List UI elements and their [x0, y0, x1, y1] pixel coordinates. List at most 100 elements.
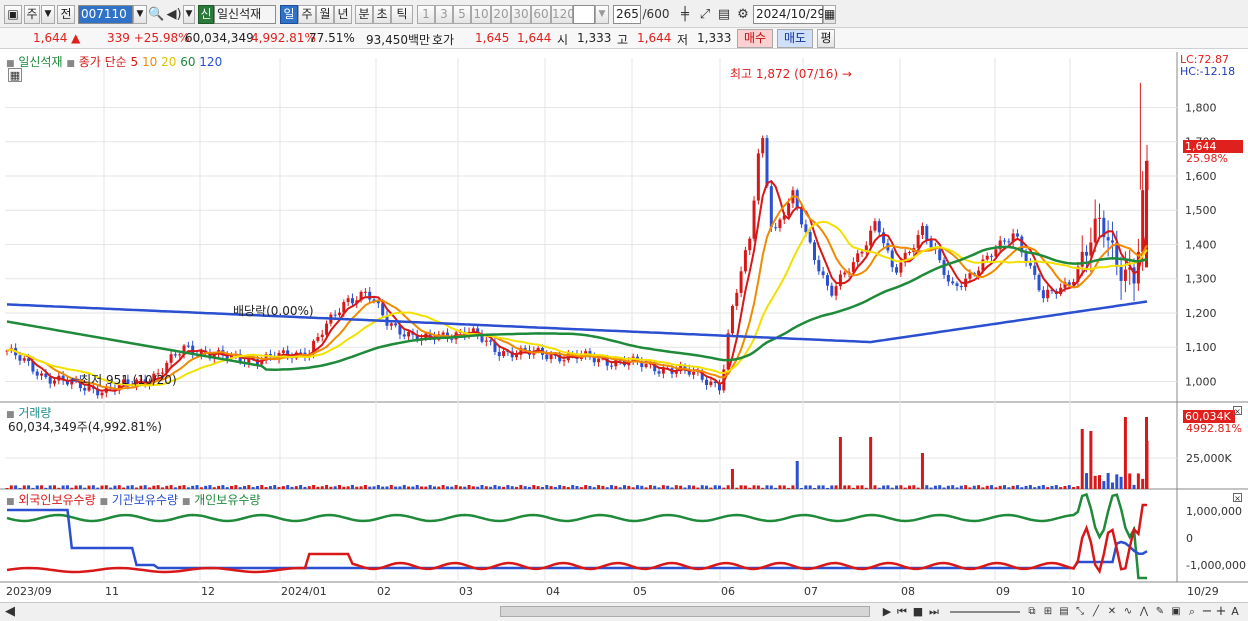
stock-chart[interactable]: 1,8001,7001,6001,5001,4001,3001,2001,100… [0, 50, 1248, 602]
type-dropdown-icon[interactable]: ▼ [41, 5, 55, 24]
cross-icon[interactable]: ✕ [1105, 603, 1119, 620]
volume-bar [433, 486, 436, 489]
volume-bar [394, 486, 398, 489]
candle-body [173, 354, 177, 356]
date-input[interactable]: 2024/10/29 [753, 5, 825, 24]
bar-count-input[interactable]: 265 [613, 5, 641, 24]
candle-body [959, 285, 963, 288]
stock-code-input[interactable]: 007110 [78, 5, 133, 24]
price-tick-label: 1,400 [1185, 238, 1217, 251]
scroll-left-icon[interactable]: ◀ [4, 603, 16, 620]
panel-close-icon[interactable]: × [1233, 493, 1242, 503]
volume-bar [152, 485, 156, 489]
zoom-slider[interactable] [950, 611, 1020, 613]
buy-button[interactable]: 매수 [737, 29, 773, 48]
volume-bar [674, 485, 678, 489]
candle-icon[interactable]: ╪ [676, 5, 694, 24]
time-tick-label: 04 [546, 585, 560, 598]
candle-body [804, 224, 808, 233]
first-page-icon[interactable]: ⏮ [895, 603, 909, 620]
search-icon[interactable]: 🔍 [148, 5, 164, 24]
trend-icon[interactable]: ⤡ [1073, 603, 1087, 620]
interval-5[interactable]: 5 [453, 5, 471, 24]
grid-icon[interactable]: ▤ [1057, 603, 1071, 620]
period-week[interactable]: 주 [298, 5, 316, 24]
wave-icon[interactable]: ∿ [1121, 603, 1135, 620]
candle-body [100, 392, 104, 396]
period-year[interactable]: 년 [334, 5, 352, 24]
interval-10[interactable]: 10 [471, 5, 491, 24]
scroll-right-icon[interactable]: ▶ [880, 603, 894, 620]
zoom-out-icon[interactable]: − [1201, 603, 1213, 620]
interval-120[interactable]: 120 [551, 5, 575, 24]
time-tick-label: 07 [804, 585, 818, 598]
gear-icon[interactable]: ⚙ [734, 5, 752, 24]
copy-icon[interactable]: ⧉ [1025, 603, 1039, 620]
zoom-in-icon[interactable]: + [1215, 603, 1227, 620]
interval-dropdown-icon[interactable]: ▼ [595, 5, 609, 24]
interval-60[interactable]: 60 [531, 5, 551, 24]
volume-bar [843, 485, 847, 489]
image-icon[interactable]: ▣ [1169, 603, 1183, 620]
volume-bar [346, 486, 350, 489]
zoom-icon[interactable]: ⌕ [1185, 603, 1199, 620]
scroll-thumb[interactable] [500, 606, 870, 617]
volume-bar [718, 485, 721, 489]
chart-scroll-bar: ◀ ▶ ⏮ ■ ⏭ ⧉ ⊞ ▤ ⤡ ╱ ✕ ∿ ⋀ ✎ ▣ ⌕ − + A [0, 602, 1248, 621]
speaker-dropdown-icon[interactable]: ▼ [183, 5, 195, 24]
prev-button[interactable]: 전 [57, 5, 75, 24]
period-day[interactable]: 일 [280, 5, 298, 24]
candle-body [830, 285, 834, 296]
window-icon[interactable]: ▣ [4, 5, 22, 24]
evaluate-button[interactable]: 평 [817, 29, 835, 48]
ma-5-label: 5 [130, 55, 139, 69]
fib-icon[interactable]: ╱ [1089, 603, 1103, 620]
period-second[interactable]: 초 [373, 5, 391, 24]
candle-body [497, 351, 501, 357]
interval-20[interactable]: 20 [491, 5, 511, 24]
interval-3[interactable]: 3 [435, 5, 453, 24]
volume-bar [445, 486, 449, 489]
volume-bar [873, 485, 877, 489]
volume-bar [268, 486, 272, 489]
candle-body [1093, 218, 1097, 243]
speaker-icon[interactable]: ◀) [166, 5, 182, 24]
candle-body [813, 242, 816, 261]
volume-bar [545, 485, 549, 489]
panel-close-icon[interactable]: × [1233, 406, 1242, 416]
volume-bar [1076, 486, 1080, 489]
volume-bar [109, 487, 113, 489]
last-page-icon[interactable]: ⏭ [927, 603, 941, 620]
interval-1[interactable]: 1 [417, 5, 435, 24]
candle-body [756, 153, 760, 201]
period-tick[interactable]: 틱 [391, 5, 413, 24]
volume-bar [1015, 485, 1019, 489]
chart-canvas[interactable]: 1,8001,7001,6001,5001,4001,3001,2001,100… [0, 50, 1248, 602]
calculator-icon[interactable]: ▦ [8, 68, 22, 82]
volume-bar [1054, 485, 1058, 489]
price-tick-label: 1,000 [1185, 375, 1217, 388]
crosshair-icon[interactable]: ⤢ [696, 5, 714, 24]
custom-interval-input[interactable] [573, 5, 595, 24]
volume-bar [778, 485, 782, 489]
save-icon[interactable]: ▤ [715, 5, 733, 24]
volume-bar [273, 485, 277, 489]
sell-button[interactable]: 매도 [777, 29, 813, 48]
zigzag-icon[interactable]: ⋀ [1137, 603, 1151, 620]
pencil-icon[interactable]: ✎ [1153, 603, 1167, 620]
period-minute[interactable]: 분 [355, 5, 373, 24]
interval-30[interactable]: 30 [511, 5, 531, 24]
volume-bar [912, 485, 916, 489]
candle-body [389, 323, 393, 326]
stop-icon[interactable]: ■ [911, 603, 925, 620]
candle-body [178, 354, 182, 356]
period-month[interactable]: 월 [316, 5, 334, 24]
volume-bar [100, 485, 104, 489]
layout-icon[interactable]: ⊞ [1041, 603, 1055, 620]
code-dropdown-icon[interactable]: ▼ [133, 5, 147, 24]
volume-bar [18, 487, 22, 489]
volume-bar [769, 485, 773, 489]
calendar-icon[interactable]: ▦ [823, 5, 836, 24]
auto-scale-icon[interactable]: A [1229, 603, 1241, 620]
type-select[interactable]: 주 [24, 5, 40, 24]
